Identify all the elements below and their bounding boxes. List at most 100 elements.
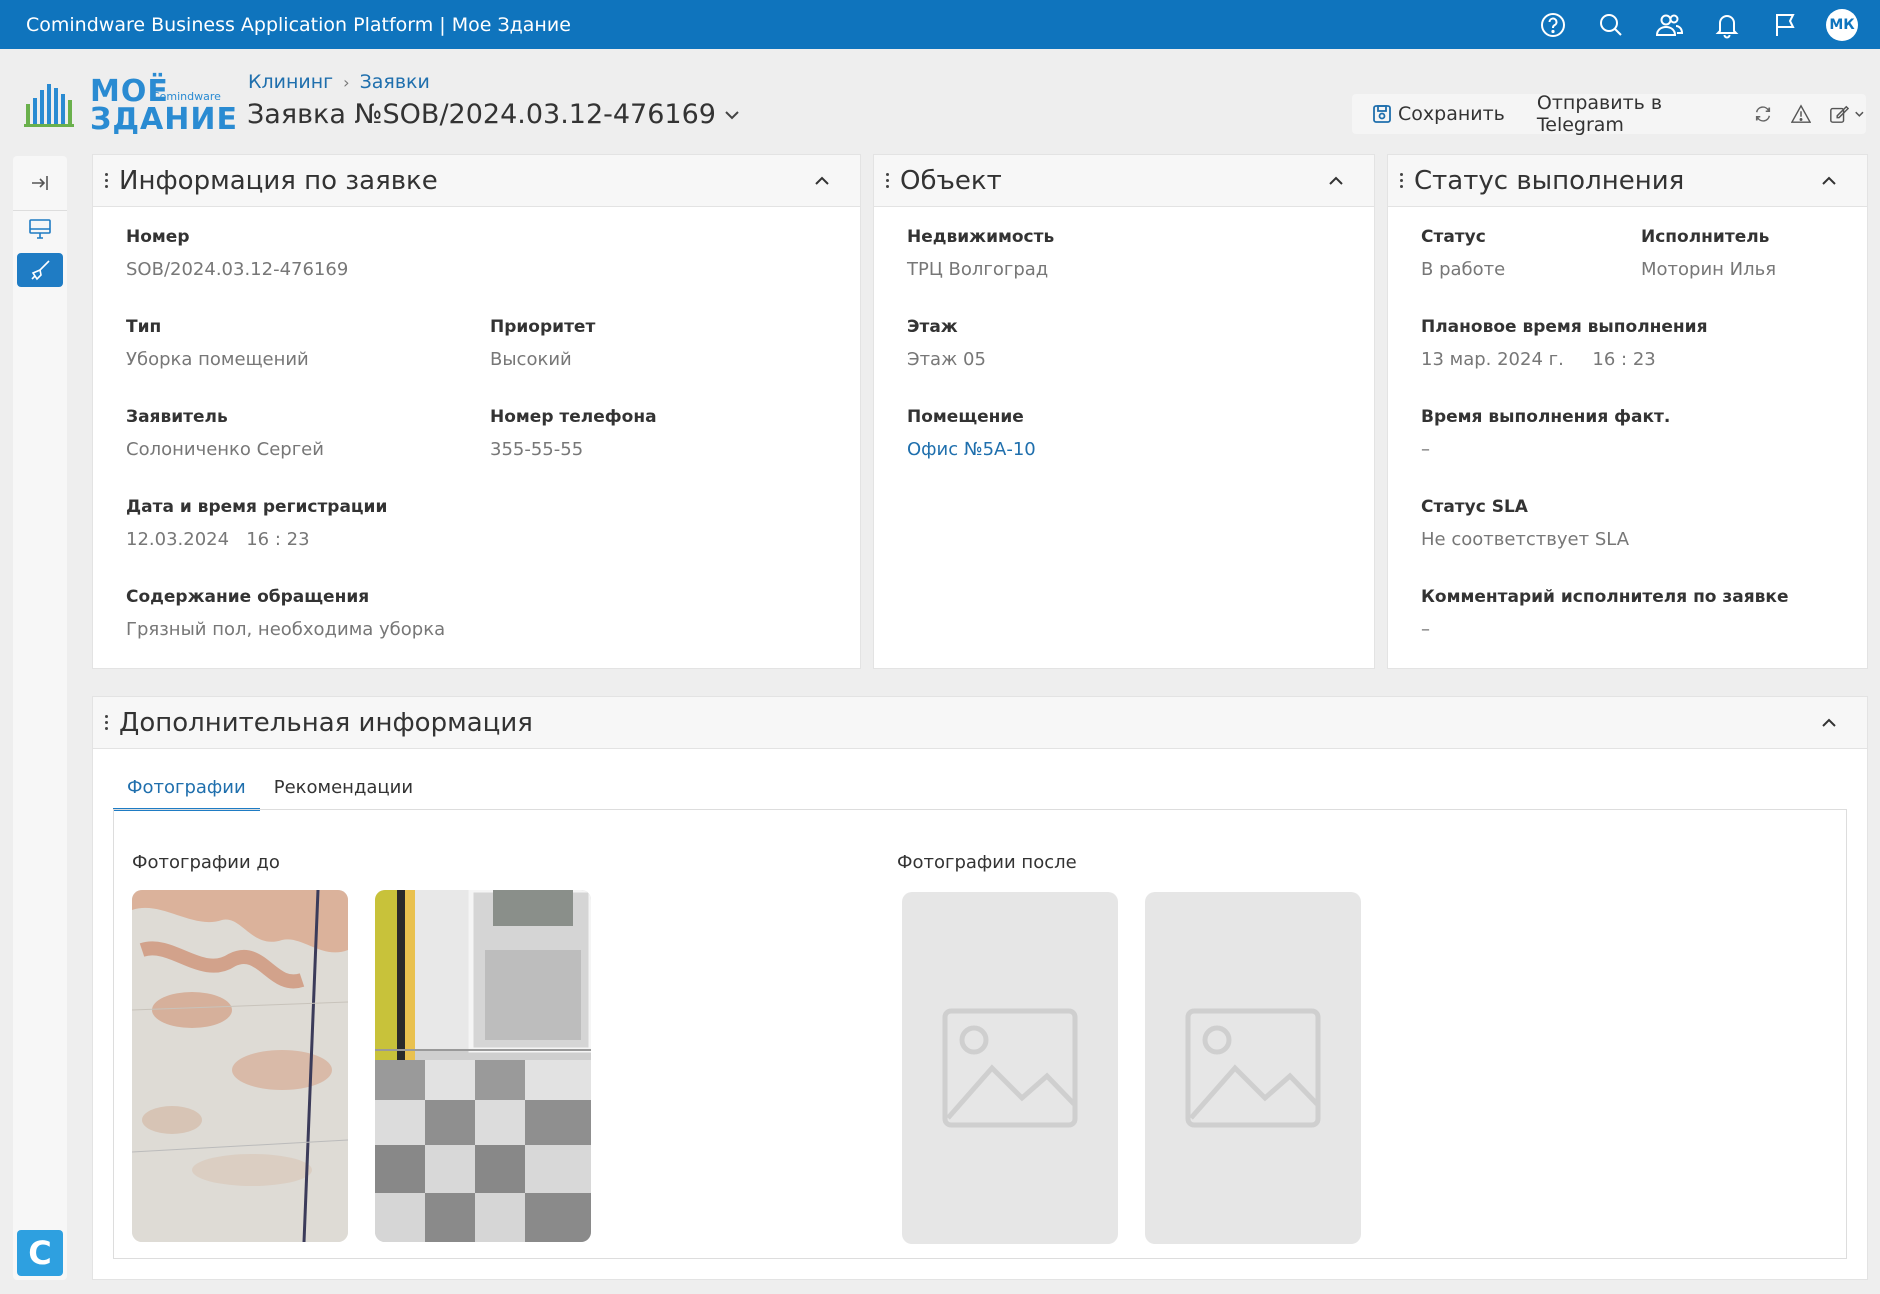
- field-label: Приоритет: [490, 317, 596, 337]
- drag-handle-icon[interactable]: [103, 715, 109, 730]
- broom-icon: [31, 260, 50, 281]
- page-title-text: Заявка №SOB/2024.03.12-476169: [247, 99, 716, 130]
- drag-handle-icon[interactable]: [103, 173, 109, 188]
- logo-word-2: ЗДАНИЕ: [90, 102, 238, 137]
- photos-before-label: Фотографии до: [132, 852, 280, 873]
- panel-header: Информация по заявке: [93, 155, 860, 207]
- topbar-icons: МК: [1524, 0, 1858, 49]
- field-label: Плановое время выполнения: [1421, 317, 1708, 337]
- panel-title: Статус выполнения: [1414, 165, 1685, 196]
- field-floor: Этаж Этаж 05: [907, 317, 986, 370]
- refresh-icon[interactable]: [1753, 103, 1773, 125]
- image-placeholder-icon: [942, 1008, 1078, 1128]
- record-toolbar: Сохранить Отправить в Telegram: [1352, 92, 1866, 136]
- field-value: ТРЦ Волгоград: [907, 259, 1049, 280]
- field-executor-comment: Комментарий исполнителя по заявке –: [1421, 587, 1789, 640]
- field-label: Содержание обращения: [126, 587, 370, 607]
- field-room: Помещение Офис №5А-10: [907, 407, 1036, 460]
- top-bar: Comindware Business Application Platform…: [0, 0, 1880, 49]
- field-label: Номер телефона: [490, 407, 657, 427]
- photos-after-label: Фотографии после: [897, 852, 1077, 873]
- request-info-panel: Информация по заявке Номер SOB/2024.03.1…: [92, 154, 861, 669]
- field-status: Статус В работе: [1421, 227, 1505, 280]
- field-property: Недвижимость ТРЦ Волгоград: [907, 227, 1054, 280]
- collapse-icon[interactable]: [1819, 713, 1839, 733]
- field-value: Солониченко Сергей: [126, 439, 324, 460]
- chevron-down-icon[interactable]: [722, 105, 742, 125]
- app-title: Comindware Business Application Platform…: [26, 13, 571, 36]
- field-label: Номер: [126, 227, 190, 247]
- field-label: Статус: [1421, 227, 1486, 247]
- field-value: 12.03.2024 16 : 23: [126, 529, 310, 550]
- search-icon[interactable]: [1582, 0, 1640, 49]
- help-icon[interactable]: [1524, 0, 1582, 49]
- field-actual-time: Время выполнения факт. –: [1421, 407, 1670, 460]
- moe-zdanie-logo: МОЁ Comindware ЗДАНИЕ: [24, 74, 237, 137]
- field-label: Тип: [126, 317, 162, 337]
- tab-recommendations[interactable]: Рекомендации: [260, 771, 427, 811]
- field-executor: Исполнитель Моторин Илья: [1641, 227, 1776, 280]
- room-link[interactable]: Офис №5А-10: [907, 439, 1036, 460]
- users-icon[interactable]: [1640, 0, 1698, 49]
- edit-icon[interactable]: [1829, 103, 1850, 125]
- breadcrumb-cleaning[interactable]: Клининг: [248, 71, 333, 93]
- expand-rail-button[interactable]: [17, 166, 63, 200]
- tabs: Фотографии Рекомендации: [113, 771, 427, 811]
- warning-icon[interactable]: [1791, 103, 1812, 125]
- photo-after-placeholder-2[interactable]: [1145, 892, 1361, 1244]
- field-label: Недвижимость: [907, 227, 1055, 247]
- flag-icon[interactable]: [1756, 0, 1814, 49]
- panel-header: Статус выполнения: [1388, 155, 1867, 207]
- collapse-icon[interactable]: [812, 171, 832, 191]
- breadcrumb-requests[interactable]: Заявки: [360, 71, 430, 93]
- status-panel: Статус выполнения Статус В работе Исполн…: [1387, 154, 1868, 669]
- page-title: Заявка №SOB/2024.03.12-476169: [247, 99, 742, 130]
- save-icon: [1373, 105, 1391, 123]
- photo-before-2[interactable]: [375, 890, 591, 1242]
- field-applicant: Заявитель Солониченко Сергей: [126, 407, 324, 460]
- field-value: Этаж 05: [907, 349, 986, 370]
- monitor-icon: [29, 219, 51, 239]
- field-value: В работе: [1421, 259, 1506, 280]
- field-label: Комментарий исполнителя по заявке: [1421, 587, 1789, 607]
- field-value: Моторин Илья: [1641, 259, 1777, 280]
- rail-cleaning-button[interactable]: [17, 253, 63, 287]
- field-label: Помещение: [907, 407, 1024, 427]
- breadcrumb: Клининг › Заявки: [248, 71, 430, 93]
- field-type: Тип Уборка помещений: [126, 317, 309, 370]
- rail-divider: [13, 210, 67, 211]
- field-label: Исполнитель: [1641, 227, 1770, 247]
- field-value: Высокий: [490, 349, 572, 370]
- object-panel: Объект Недвижимость ТРЦ Волгоград Этаж Э…: [873, 154, 1375, 669]
- edit-dropdown-chevron-icon[interactable]: [1853, 107, 1866, 121]
- field-label: Статус SLA: [1421, 497, 1528, 517]
- send-telegram-button[interactable]: Отправить в Telegram: [1537, 92, 1735, 136]
- field-number: Номер SOB/2024.03.12-476169: [126, 227, 348, 280]
- photo-before-1[interactable]: [132, 890, 348, 1242]
- additional-info-panel: Дополнительная информация Фотографии Рек…: [92, 696, 1868, 1280]
- bell-icon[interactable]: [1698, 0, 1756, 49]
- field-value: –: [1421, 439, 1430, 460]
- collapse-icon[interactable]: [1326, 171, 1346, 191]
- drag-handle-icon[interactable]: [884, 173, 890, 188]
- field-planned-time: Плановое время выполнения 13 мар. 2024 г…: [1421, 317, 1708, 370]
- drag-handle-icon[interactable]: [1398, 173, 1404, 188]
- field-registration-date: Дата и время регистрации 12.03.2024 16 :…: [126, 497, 387, 550]
- save-button[interactable]: Сохранить: [1372, 103, 1505, 125]
- field-value: Грязный пол, необходима уборка: [126, 619, 446, 640]
- left-rail: C: [13, 156, 67, 1280]
- panel-header: Объект: [874, 155, 1374, 207]
- field-label: Время выполнения факт.: [1421, 407, 1671, 427]
- telegram-label: Отправить в Telegram: [1536, 92, 1663, 136]
- rail-desktop-button[interactable]: [17, 212, 63, 246]
- tab-photos[interactable]: Фотографии: [113, 771, 260, 811]
- photo-after-placeholder-1[interactable]: [902, 892, 1118, 1244]
- panel-title: Информация по заявке: [119, 165, 438, 196]
- avatar[interactable]: МК: [1826, 8, 1858, 41]
- breadcrumb-separator-icon: ›: [343, 72, 350, 92]
- save-label: Сохранить: [1398, 103, 1505, 125]
- field-value: Не соответствует SLA: [1421, 529, 1630, 550]
- collapse-icon[interactable]: [1819, 171, 1839, 191]
- comindware-logo-icon[interactable]: C: [17, 1230, 63, 1276]
- photos-tab-content: Фотографии до Фотографии после: [113, 809, 1847, 1259]
